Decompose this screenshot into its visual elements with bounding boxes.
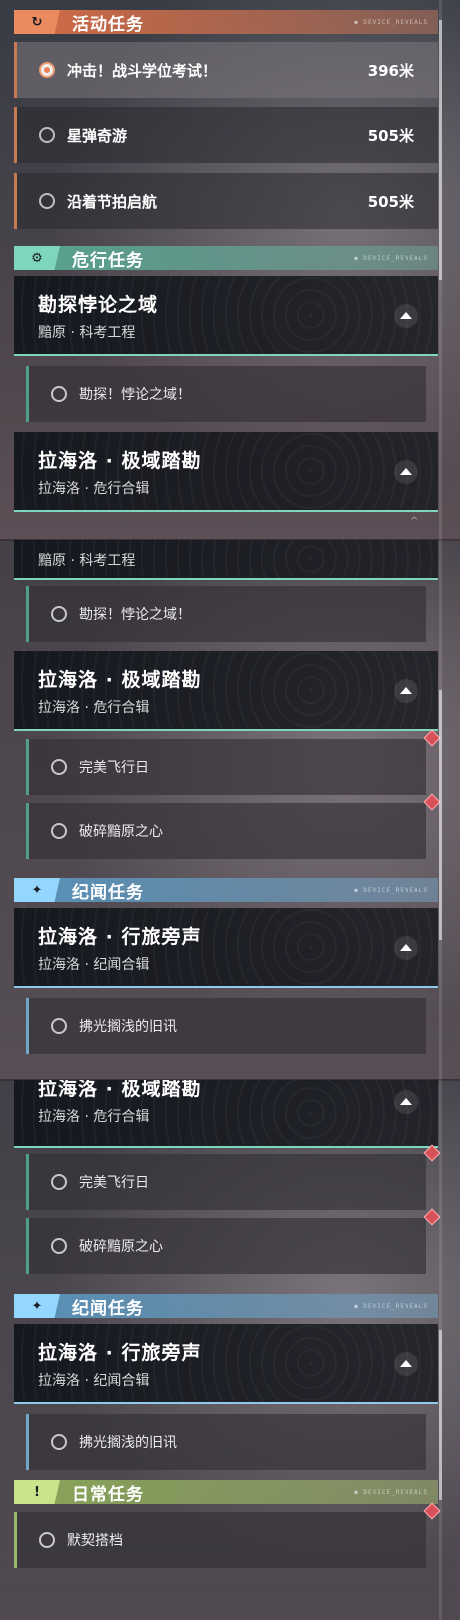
collapse-icon[interactable]: [394, 1090, 418, 1114]
radio-icon: [51, 823, 67, 839]
quest-title: 拉海洛 · 极域踏勘: [38, 450, 202, 472]
section-tag: ● DEVICE_REVEALS: [354, 1488, 428, 1496]
activity-distance: 505米: [367, 192, 414, 211]
sub-item-label: 拂光搁浅的旧讯: [79, 1019, 177, 1035]
activity-section-header[interactable]: ↻ 活动任务 ● DEVICE_REVEALS: [14, 10, 438, 35]
activity-distance: 505米: [367, 126, 414, 145]
radio-icon: [39, 62, 55, 78]
activity-item[interactable]: 沿着节拍启航 505米: [14, 173, 438, 229]
section-tag: ● DEVICE_REVEALS: [354, 254, 428, 262]
sub-item-label: 完美飞行日: [79, 760, 149, 776]
collapse-icon[interactable]: [394, 460, 418, 484]
quest-card[interactable]: 拉海洛 · 极域踏勘 拉海洛 · 危行合辑: [14, 651, 438, 731]
radio-icon: [51, 1434, 67, 1450]
activity-label: 星弹奇游: [67, 126, 128, 145]
scrollbar[interactable]: [439, 690, 442, 940]
radio-icon: [51, 759, 67, 775]
sub-item-label: 完美飞行日: [79, 1175, 149, 1191]
danger-section-header[interactable]: ⚙ 危行任务 ● DEVICE_REVEALS: [14, 246, 438, 271]
collapse-icon[interactable]: [394, 936, 418, 960]
daily-section-header[interactable]: ! 日常任务 ● DEVICE_REVEALS: [14, 1480, 438, 1505]
quest-panel-1: ↻ 活动任务 ● DEVICE_REVEALS 冲击！战斗学位考试！ 396米 …: [0, 0, 460, 540]
quest-sub-item[interactable]: 完美飞行日: [26, 1144, 441, 1210]
quest-panel-3: 拉海洛 · 极域踏勘 拉海洛 · 危行合辑 完美飞行日 破碎黯原之心 ✦ 纪闻任…: [0, 1080, 460, 1620]
quest-sub-item[interactable]: 拂光搁浅的旧讯: [26, 998, 426, 1054]
collapse-icon[interactable]: [394, 304, 418, 328]
quest-panel-2: 黯原 · 科考工程 勘探！悖论之域！ 拉海洛 · 极域踏勘 拉海洛 · 危行合辑…: [0, 540, 460, 1080]
quest-title: 勘探悖论之域: [38, 294, 159, 316]
quest-title: 拉海洛 · 行旅旁声: [38, 926, 202, 948]
scrollbar[interactable]: [439, 1330, 442, 1500]
new-marker-icon: [423, 1502, 441, 1520]
quest-sub-item[interactable]: 完美飞行日: [26, 729, 441, 795]
quest-sub-item[interactable]: 默契搭档: [14, 1502, 441, 1568]
sub-item-label: 破碎黯原之心: [79, 1239, 163, 1255]
sparkle-icon: ✦: [14, 1294, 60, 1318]
section-tag: ● DEVICE_REVEALS: [354, 886, 428, 894]
section-tag: ● DEVICE_REVEALS: [354, 1302, 428, 1310]
quest-subtitle: 拉海洛 · 纪闻合辑: [38, 957, 150, 973]
quest-title: 拉海洛 · 极域踏勘: [38, 669, 202, 691]
radio-icon: [39, 193, 55, 209]
quest-subtitle: 黯原 · 科考工程: [38, 553, 136, 569]
section-title: 纪闻任务: [72, 882, 144, 903]
section-title: 危行任务: [72, 250, 144, 271]
radio-icon: [51, 1238, 67, 1254]
section-title: 纪闻任务: [72, 1298, 144, 1319]
gear-icon: ⚙: [14, 246, 60, 270]
quest-title: 拉海洛 · 极域踏勘: [38, 1080, 202, 1100]
radio-icon: [51, 386, 67, 402]
sub-item-label: 勘探！悖论之域！: [79, 387, 191, 403]
quest-sub-item[interactable]: 破碎黯原之心: [26, 1208, 441, 1274]
section-title: 日常任务: [72, 1484, 144, 1505]
quest-subtitle: 拉海洛 · 危行合辑: [38, 481, 150, 497]
quest-subtitle: 黯原 · 科考工程: [38, 325, 136, 341]
activity-item[interactable]: 星弹奇游 505米: [14, 107, 438, 163]
collapse-icon[interactable]: [394, 1352, 418, 1376]
new-marker-icon: [423, 729, 441, 747]
quest-card[interactable]: 勘探悖论之域 黯原 · 科考工程: [14, 276, 438, 356]
quest-subtitle: 拉海洛 · 危行合辑: [38, 700, 150, 716]
section-title: 活动任务: [72, 14, 144, 35]
radio-icon: [39, 1532, 55, 1548]
quest-subtitle: 拉海洛 · 纪闻合辑: [38, 1373, 150, 1389]
section-tag: ● DEVICE_REVEALS: [354, 18, 428, 26]
sub-item-label: 默契搭档: [67, 1533, 123, 1549]
quest-sub-item[interactable]: 勘探！悖论之域！: [26, 586, 426, 642]
exclamation-icon: !: [14, 1480, 60, 1504]
activity-item[interactable]: 冲击！战斗学位考试！ 396米: [14, 42, 438, 98]
radio-icon: [51, 1018, 67, 1034]
activity-label: 沿着节拍启航: [67, 192, 158, 211]
sparkle-icon: ✦: [14, 878, 60, 902]
new-marker-icon: [423, 793, 441, 811]
quest-card[interactable]: 拉海洛 · 极域踏勘 拉海洛 · 危行合辑: [14, 1080, 438, 1148]
chevron-up-icon[interactable]: ^: [410, 516, 418, 527]
quest-card[interactable]: 拉海洛 · 行旅旁声 拉海洛 · 纪闻合辑: [14, 1324, 438, 1404]
quest-card[interactable]: 拉海洛 · 行旅旁声 拉海洛 · 纪闻合辑: [14, 908, 438, 988]
sub-item-label: 勘探！悖论之域！: [79, 607, 191, 623]
radio-icon: [51, 606, 67, 622]
quest-sub-item[interactable]: 破碎黯原之心: [26, 793, 441, 859]
quest-card[interactable]: 拉海洛 · 极域踏勘 拉海洛 · 危行合辑: [14, 432, 438, 512]
new-marker-icon: [423, 1208, 441, 1226]
story-section-header[interactable]: ✦ 纪闻任务 ● DEVICE_REVEALS: [14, 878, 438, 903]
quest-sub-item[interactable]: 拂光搁浅的旧讯: [26, 1414, 426, 1470]
quest-card[interactable]: 黯原 · 科考工程: [14, 540, 438, 580]
radio-icon: [39, 127, 55, 143]
quest-title: 拉海洛 · 行旅旁声: [38, 1342, 202, 1364]
refresh-arrow-icon: ↻: [14, 10, 60, 34]
sub-item-label: 拂光搁浅的旧讯: [79, 1435, 177, 1451]
radio-icon: [51, 1174, 67, 1190]
activity-label: 冲击！战斗学位考试！: [67, 61, 218, 80]
scrollbar[interactable]: [439, 20, 442, 280]
quest-sub-item[interactable]: 勘探！悖论之域！: [26, 366, 426, 422]
quest-subtitle: 拉海洛 · 危行合辑: [38, 1109, 150, 1125]
story-section-header[interactable]: ✦ 纪闻任务 ● DEVICE_REVEALS: [14, 1294, 438, 1319]
activity-distance: 396米: [367, 61, 414, 80]
sub-item-label: 破碎黯原之心: [79, 824, 163, 840]
collapse-icon[interactable]: [394, 679, 418, 703]
